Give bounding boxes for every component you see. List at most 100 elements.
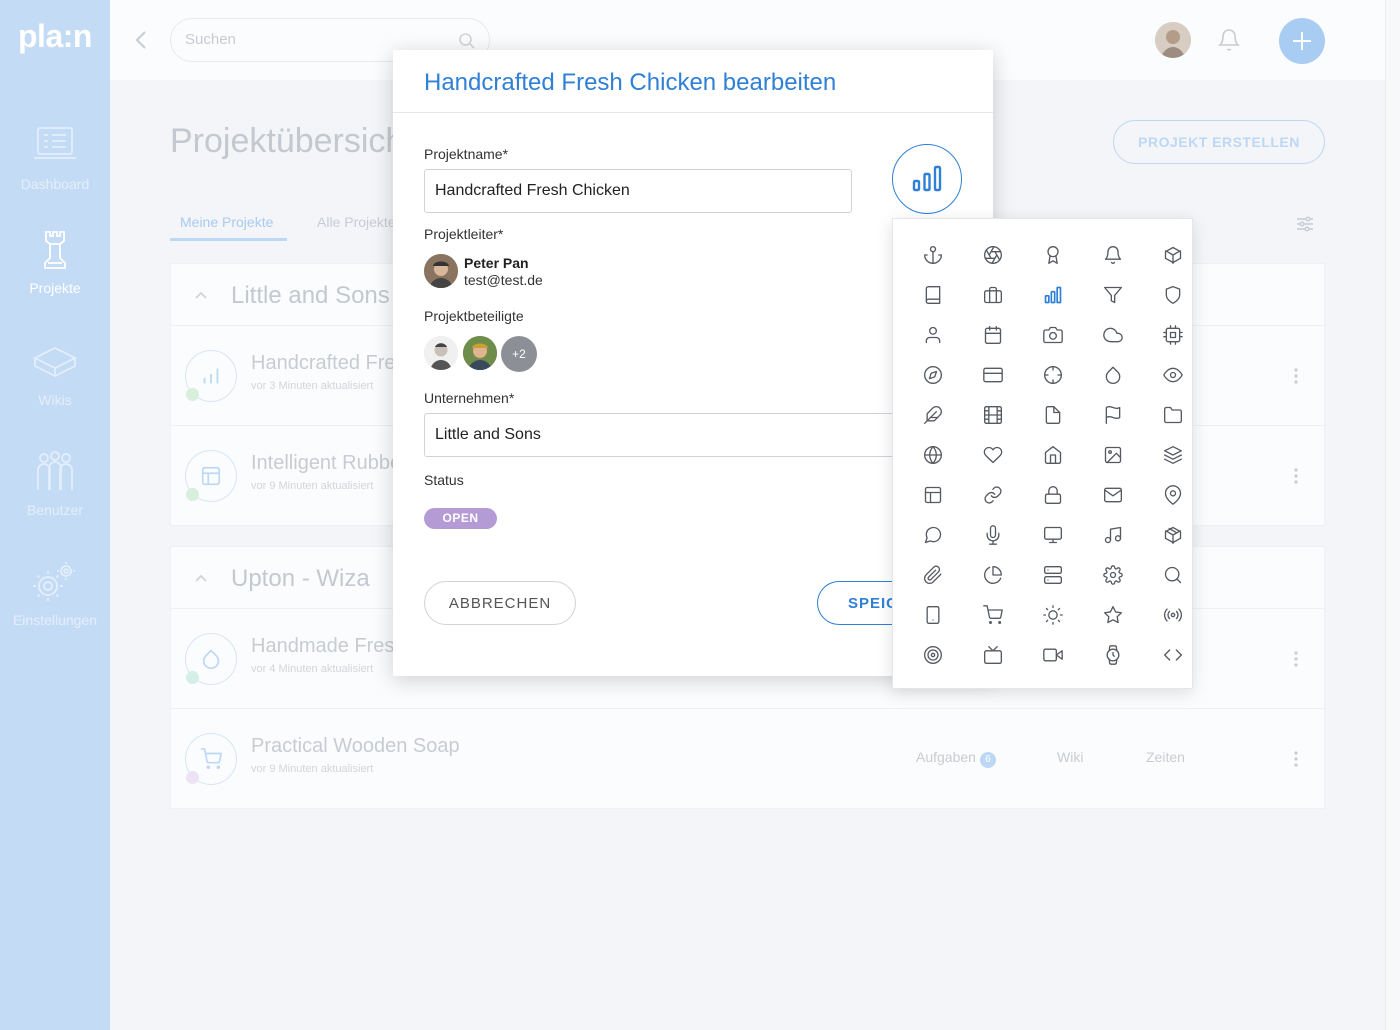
tab-my-projects[interactable]: Meine Projekte (180, 214, 273, 230)
icon-option[interactable] (963, 315, 1023, 355)
icon-option[interactable] (1023, 475, 1083, 515)
leader-avatar[interactable] (424, 254, 458, 288)
icon-option[interactable] (1143, 635, 1203, 675)
sidebar-item-benutzer[interactable]: Benutzer (0, 450, 110, 518)
project-name[interactable]: Practical Wooden Soap (251, 735, 460, 758)
icon-option[interactable] (1143, 515, 1203, 555)
icon-option[interactable] (1023, 515, 1083, 555)
icon-option[interactable] (1023, 315, 1083, 355)
chevron-up-icon[interactable] (193, 571, 209, 585)
icon-option[interactable] (1143, 315, 1203, 355)
icon-option[interactable] (1083, 275, 1143, 315)
icon-option[interactable] (1083, 395, 1143, 435)
icon-option[interactable] (1143, 395, 1203, 435)
project-row[interactable]: Practical Wooden Soap vor 9 Minuten aktu… (171, 709, 1326, 809)
pie-chart-icon (984, 566, 1002, 584)
icon-option[interactable] (963, 555, 1023, 595)
icon-option[interactable] (1023, 635, 1083, 675)
page-scrollbar[interactable] (1385, 0, 1400, 1030)
sidebar-item-projekte[interactable]: Projekte (0, 228, 110, 296)
bar-chart-icon (203, 368, 219, 384)
icon-option[interactable] (1143, 355, 1203, 395)
icon-option[interactable] (963, 275, 1023, 315)
cancel-button[interactable]: ABBRECHEN (424, 581, 576, 625)
icon-option[interactable] (1083, 435, 1143, 475)
icon-option[interactable] (903, 235, 963, 275)
icon-option[interactable] (1083, 475, 1143, 515)
box-icon (1164, 246, 1182, 264)
project-name-input[interactable] (424, 169, 852, 213)
sidebar-item-wikis[interactable]: Wikis (0, 340, 110, 408)
icon-option[interactable] (1143, 235, 1203, 275)
icon-option[interactable] (1143, 555, 1203, 595)
icon-option[interactable] (1083, 315, 1143, 355)
project-name[interactable]: Handmade Fresh (251, 635, 406, 658)
icon-option[interactable] (1143, 475, 1203, 515)
notification-bell-icon[interactable] (1217, 28, 1241, 52)
more-vertical-icon[interactable] (1291, 466, 1301, 486)
icon-option[interactable] (1023, 395, 1083, 435)
status-badge[interactable]: OPEN (424, 508, 497, 529)
sidebar-item-dashboard[interactable]: Dashboard (0, 124, 110, 192)
more-vertical-icon[interactable] (1291, 649, 1301, 669)
icon-option[interactable] (903, 595, 963, 635)
icon-option[interactable] (1023, 235, 1083, 275)
chevron-up-icon[interactable] (193, 288, 209, 302)
icon-option[interactable] (963, 595, 1023, 635)
add-button[interactable] (1279, 18, 1325, 64)
participant-avatar[interactable] (424, 336, 458, 370)
icon-option[interactable] (1023, 275, 1083, 315)
app-logo[interactable]: pla:n (18, 18, 92, 55)
icon-option[interactable] (1083, 515, 1143, 555)
participant-avatar[interactable] (463, 336, 497, 370)
icon-option[interactable] (1143, 275, 1203, 315)
icon-option[interactable] (1023, 555, 1083, 595)
tasks-link[interactable]: Aufgaben 6 (916, 749, 996, 768)
icon-option[interactable] (963, 515, 1023, 555)
company-select[interactable] (424, 413, 904, 457)
icon-option[interactable] (1143, 595, 1203, 635)
filter-sliders-icon[interactable] (1295, 215, 1315, 233)
icon-option[interactable] (1023, 355, 1083, 395)
icon-option[interactable] (1083, 595, 1143, 635)
icon-option[interactable] (963, 475, 1023, 515)
wiki-link[interactable]: Wiki (1057, 749, 1083, 765)
video-icon (1043, 648, 1063, 662)
search-icon[interactable] (457, 31, 477, 51)
icon-option[interactable] (963, 395, 1023, 435)
sidebar-item-einstellungen[interactable]: Einstellungen (0, 560, 110, 628)
icon-option[interactable] (1083, 555, 1143, 595)
search-input[interactable] (185, 31, 445, 48)
icon-option[interactable] (903, 635, 963, 675)
icon-option[interactable] (963, 435, 1023, 475)
icon-option[interactable] (903, 395, 963, 435)
tab-all-projects[interactable]: Alle Projekte (317, 214, 396, 230)
icon-option[interactable] (903, 315, 963, 355)
project-name[interactable]: Intelligent Rubber (251, 452, 408, 475)
icon-option[interactable] (903, 555, 963, 595)
icon-option[interactable] (903, 355, 963, 395)
project-icon-selector[interactable] (892, 144, 962, 214)
back-arrow-icon[interactable] (132, 28, 152, 52)
more-participants-badge[interactable]: +2 (501, 336, 537, 372)
user-avatar[interactable] (1155, 22, 1191, 58)
icon-option[interactable] (1023, 595, 1083, 635)
icon-option[interactable] (1083, 355, 1143, 395)
icon-option[interactable] (903, 435, 963, 475)
icon-option[interactable] (903, 275, 963, 315)
more-vertical-icon[interactable] (1291, 366, 1301, 386)
times-link[interactable]: Zeiten (1146, 749, 1185, 765)
icon-option[interactable] (903, 475, 963, 515)
more-vertical-icon[interactable] (1291, 749, 1301, 769)
layout-icon (924, 486, 942, 504)
icon-option[interactable] (963, 635, 1023, 675)
icon-option[interactable] (963, 355, 1023, 395)
icon-option[interactable] (1083, 235, 1143, 275)
icon-option[interactable] (963, 235, 1023, 275)
icon-option[interactable] (1023, 435, 1083, 475)
crosshair-icon (1044, 366, 1062, 384)
icon-option[interactable] (1083, 635, 1143, 675)
icon-option[interactable] (1143, 435, 1203, 475)
icon-option[interactable] (903, 515, 963, 555)
create-project-button[interactable]: PROJEKT ERSTELLEN (1113, 120, 1325, 164)
